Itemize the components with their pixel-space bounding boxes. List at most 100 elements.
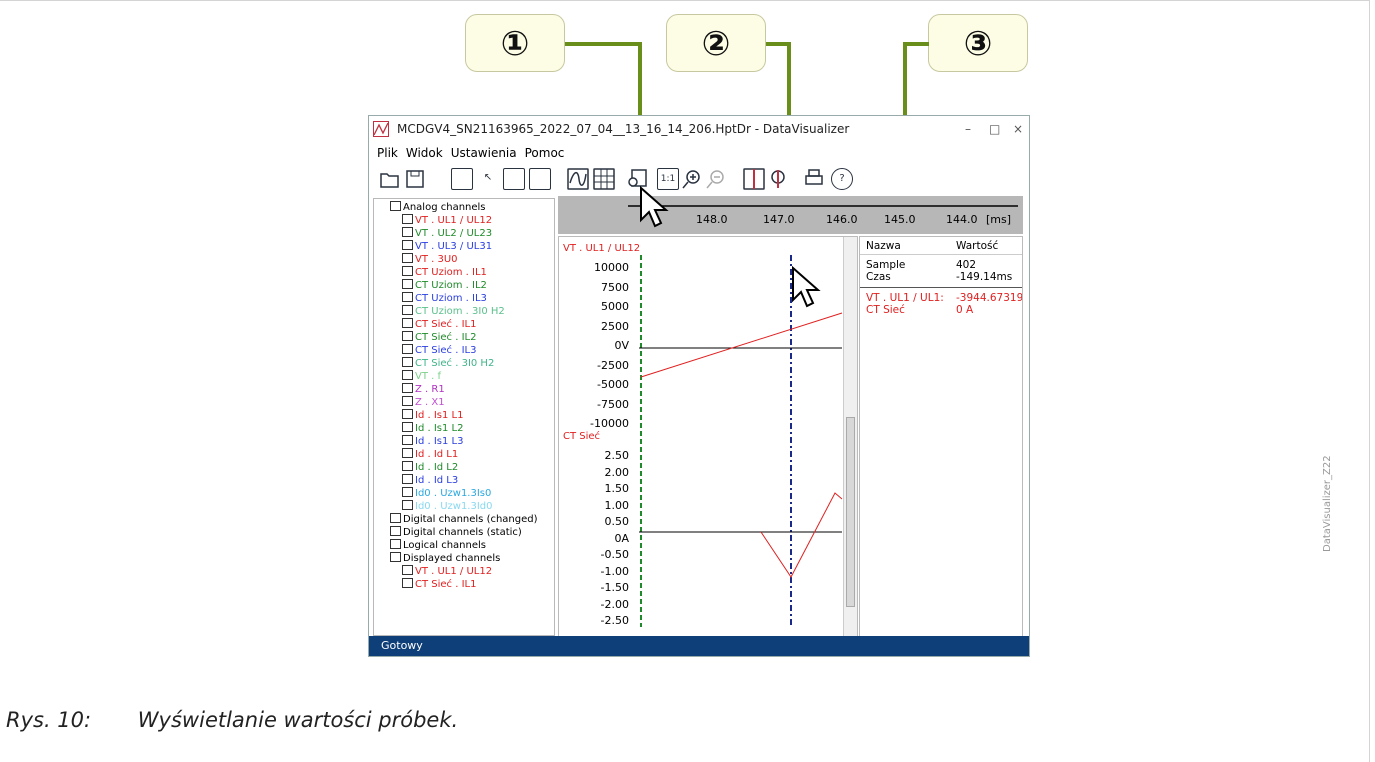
channel-tree[interactable]: Analog channels VT . UL1 / UL12 VT . UL2 /… bbox=[373, 198, 555, 636]
values-header-value: Wartość bbox=[956, 240, 999, 252]
scrollbar-thumb[interactable] bbox=[846, 417, 855, 607]
tree-channel[interactable]: CT Sieć . IL3 bbox=[402, 344, 476, 357]
tree-channel[interactable]: CT Uziom . IL1 bbox=[402, 266, 487, 279]
channel-icon bbox=[402, 396, 413, 406]
tree-label: Id . Is1 L3 bbox=[415, 436, 464, 447]
tree-channel[interactable]: VT . UL3 / UL31 bbox=[402, 240, 492, 253]
ruler-tick-label: 148.0 bbox=[696, 213, 728, 226]
tree-label: Id . Id L2 bbox=[415, 462, 459, 473]
tree-channel[interactable]: Z . R1 bbox=[402, 383, 445, 396]
ruler-tick-label: 146.0 bbox=[826, 213, 858, 226]
ch1-value-name: VT . UL1 / UL1: bbox=[866, 292, 944, 304]
tree-label: Displayed channels bbox=[403, 553, 501, 564]
y-tick-label: 10000 bbox=[594, 261, 629, 274]
cursors-icon[interactable] bbox=[743, 168, 765, 190]
datavisualizer-window: MCDGV4_SN21163965_2022_07_04__13_16_14_2… bbox=[368, 115, 1030, 657]
time-label: Czas bbox=[866, 271, 891, 283]
y-tick-label: 1.50 bbox=[604, 482, 630, 495]
menu-ustawienia[interactable]: Ustawienia bbox=[451, 146, 517, 160]
tree-folder[interactable]: Analog channels bbox=[390, 201, 486, 214]
close-button[interactable]: × bbox=[1013, 116, 1023, 142]
help-icon[interactable]: ? bbox=[831, 168, 853, 190]
tree-folder[interactable]: Logical channels bbox=[390, 539, 486, 552]
waveform-icon[interactable] bbox=[567, 168, 589, 190]
ch1-plot-label: VT . UL1 / UL12 bbox=[563, 243, 641, 254]
ruler-unit: [ms] bbox=[986, 213, 1012, 226]
y-tick-label: -0.50 bbox=[600, 548, 629, 561]
tree-channel[interactable]: CT Uziom . 3I0 H2 bbox=[402, 305, 505, 318]
y-tick-label: -1.00 bbox=[600, 564, 629, 578]
tree-channel[interactable]: Id . Is1 L1 bbox=[402, 409, 463, 422]
y-tick-label: -1.50 bbox=[600, 581, 629, 594]
tree-channel[interactable]: VT . 3U0 bbox=[402, 253, 458, 266]
tree-channel[interactable]: Id0 . Uzw1.3Is0 bbox=[402, 487, 491, 500]
tree-channel[interactable]: VT . f bbox=[402, 370, 441, 383]
axis-scale-icon[interactable] bbox=[503, 168, 525, 190]
tree-channel[interactable]: CT Uziom . IL2 bbox=[402, 279, 487, 292]
zoom-in-icon[interactable] bbox=[681, 168, 703, 190]
tree-label: VT . f bbox=[415, 371, 442, 382]
tree-folder[interactable]: Displayed channels bbox=[390, 552, 500, 565]
window-title: MCDGV4_SN21163965_2022_07_04__13_16_14_2… bbox=[397, 122, 850, 136]
tree-channel[interactable]: Id . Is1 L2 bbox=[402, 422, 463, 435]
mouse-pointer-icon bbox=[792, 266, 821, 308]
tree-channel[interactable]: Id0 . Uzw1.3Id0 bbox=[402, 500, 493, 513]
time-ruler[interactable]: 148.0 147.0 146.0 145.0 144.0 [ms] bbox=[558, 196, 1023, 234]
channel-icon bbox=[402, 383, 413, 393]
tree-channel[interactable]: Id . Id L3 bbox=[402, 474, 458, 487]
tree-label: VT . UL2 / UL23 bbox=[415, 228, 493, 239]
channel-icon bbox=[402, 461, 413, 471]
panel-toggle-icon[interactable] bbox=[529, 168, 551, 190]
tree-label: CT Uziom . IL3 bbox=[415, 293, 487, 304]
channel-icon bbox=[402, 240, 413, 250]
mouse-pointer-icon bbox=[640, 186, 669, 228]
grid-icon[interactable] bbox=[593, 168, 615, 190]
folder-icon bbox=[390, 552, 401, 562]
tree-channel[interactable]: VT . UL1 / UL12 bbox=[402, 565, 492, 578]
ruler-tick-label: 144.0 bbox=[946, 213, 978, 226]
sample-values-panel: Nazwa Wartość Sample Czas 402 -149.14ms … bbox=[859, 236, 1023, 638]
print-icon[interactable] bbox=[803, 168, 825, 190]
tree-channel[interactable]: CT Sieć . IL2 bbox=[402, 331, 476, 344]
tree-channel[interactable]: CT Sieć . IL1 bbox=[402, 578, 476, 591]
tree-channel[interactable]: CT Sieć . IL1 bbox=[402, 318, 476, 331]
tree-folder[interactable]: Digital channels (static) bbox=[390, 526, 522, 539]
folder-icon bbox=[390, 526, 401, 536]
tree-channel[interactable]: Z . X1 bbox=[402, 396, 445, 409]
tree-channel[interactable]: VT . UL1 / UL12 bbox=[402, 214, 492, 227]
y-tick-label: -2.00 bbox=[600, 597, 629, 611]
folder-icon bbox=[390, 539, 401, 549]
tree-channel[interactable]: Id . Id L1 bbox=[402, 448, 458, 461]
tree-channel[interactable]: Id . Is1 L3 bbox=[402, 435, 463, 448]
channel-icon bbox=[402, 370, 413, 380]
maximize-button[interactable]: □ bbox=[989, 116, 1000, 142]
tree-channel[interactable]: CT Sieć . 3I0 H2 bbox=[402, 357, 494, 370]
cursor-select-icon[interactable]: ↖ bbox=[477, 168, 499, 190]
menu-pomoc[interactable]: Pomoc bbox=[525, 146, 565, 160]
tree-channel[interactable]: Id . Id L2 bbox=[402, 461, 458, 474]
callout-3: ③ bbox=[928, 14, 1028, 72]
zoom-out-icon[interactable] bbox=[705, 168, 727, 190]
tree-channel[interactable]: CT Uziom . IL3 bbox=[402, 292, 487, 305]
channel-icon bbox=[402, 409, 413, 419]
zoom-cursor-icon[interactable] bbox=[767, 168, 789, 190]
open-folder-icon[interactable] bbox=[379, 168, 401, 190]
tree-channel[interactable]: VT . UL2 / UL23 bbox=[402, 227, 492, 240]
y-tick-label: 0A bbox=[614, 531, 629, 545]
y-tick-label: 2500 bbox=[601, 319, 629, 333]
ruler-tick-label: 145.0 bbox=[884, 213, 916, 226]
menu-plik[interactable]: Plik bbox=[377, 146, 398, 160]
title-bar: MCDGV4_SN21163965_2022_07_04__13_16_14_2… bbox=[369, 116, 1029, 142]
tree-folder[interactable]: Digital channels (changed) bbox=[390, 513, 538, 526]
channel-icon bbox=[402, 331, 413, 341]
minimize-button[interactable]: – bbox=[965, 116, 971, 142]
side-label: DataVisualizer_Z22 bbox=[1322, 455, 1333, 552]
plot-scrollbar[interactable] bbox=[843, 237, 857, 637]
tree-label: Z . R1 bbox=[415, 384, 445, 395]
tree-label: Logical channels bbox=[403, 540, 487, 551]
save-icon[interactable] bbox=[405, 168, 427, 190]
ch2-value: 0 A bbox=[956, 304, 974, 316]
fit-width-icon[interactable] bbox=[451, 168, 473, 190]
menu-widok[interactable]: Widok bbox=[406, 146, 443, 160]
tree-label: CT Uziom . 3I0 H2 bbox=[415, 306, 505, 317]
